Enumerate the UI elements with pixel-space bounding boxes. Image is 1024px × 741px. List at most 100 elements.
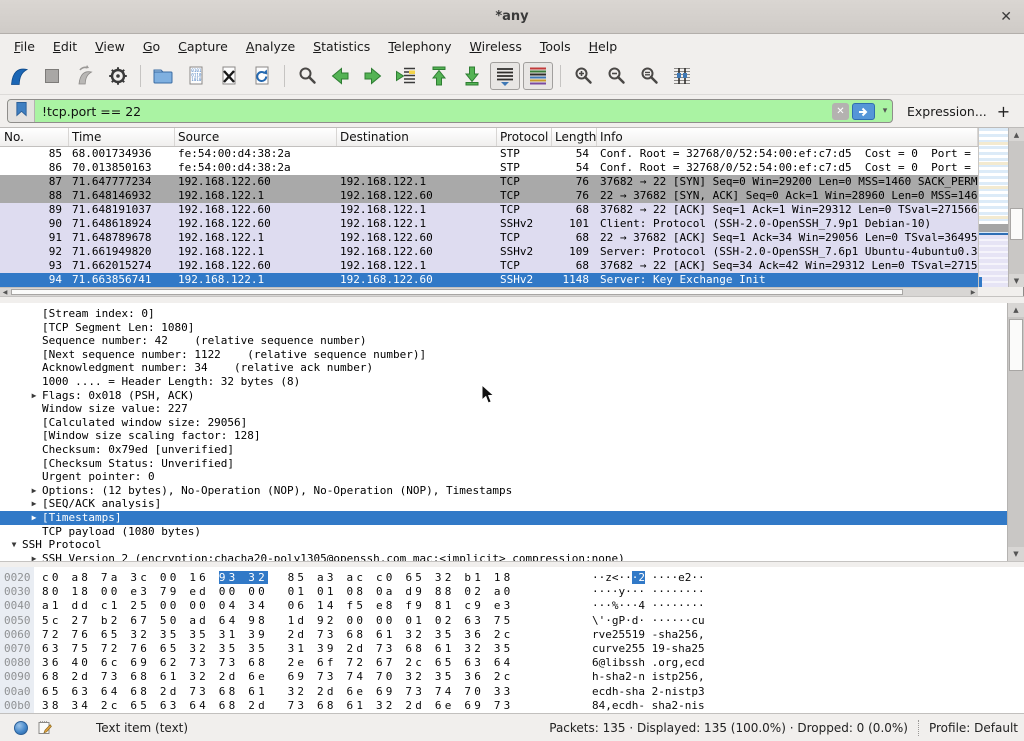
details-vscrollbar[interactable]: ▲ ▼ [1007,303,1024,561]
hex-row[interactable]: 003080 18 00 e3 79 ed 00 00 01 01 08 0a … [0,585,1024,599]
detail-line[interactable]: Urgent pointer: 0 [0,470,1007,484]
detail-line[interactable]: Acknowledgment number: 34 (relative ack … [0,361,1007,375]
scroll-up-icon[interactable]: ▲ [1008,303,1024,317]
packet-row-93[interactable]: 9371.662015274192.168.122.60192.168.122.… [0,259,978,273]
vscroll-thumb[interactable] [1010,208,1023,240]
hex-bytes[interactable]: 65 63 64 68 2d 73 68 61 32 2d 6e 69 73 7… [42,685,513,699]
expert-info-icon[interactable] [14,721,28,735]
hex-row[interactable]: 00b038 34 2c 65 63 64 68 2d 73 68 61 32 … [0,699,1024,713]
detail-line[interactable]: [Calculated window size: 29056] [0,416,1007,430]
go-to-packet-button[interactable] [391,62,421,90]
packet-row-88[interactable]: 8871.648146932192.168.122.1192.168.122.6… [0,189,978,203]
go-forward-button[interactable] [358,62,388,90]
detail-line[interactable]: ▶Options: (12 bytes), No-Operation (NOP)… [0,484,1007,498]
hex-bytes[interactable]: c0 a8 7a 3c 00 16 93 32 85 a3 ac c0 65 3… [42,571,514,585]
hex-row[interactable]: 009068 2d 73 68 61 32 2d 6e 69 73 74 70 … [0,670,1024,684]
packet-row-86[interactable]: 8670.013850163fe:54:00:d4:38:2aSTP54Conf… [0,161,978,175]
expand-icon[interactable]: ▶ [26,552,42,561]
details-scroll-thumb[interactable] [1009,319,1023,371]
expression-button[interactable]: Expression... [907,104,987,119]
expand-icon[interactable]: ▶ [26,484,42,498]
packet-row-91[interactable]: 9171.648789678192.168.122.1192.168.122.6… [0,231,978,245]
column-header-source[interactable]: Source [175,128,337,146]
packet-row-85[interactable]: 8568.001734936fe:54:00:d4:38:2aSTP54Conf… [0,147,978,161]
hex-row[interactable]: 0020c0 a8 7a 3c 00 16 93 32 85 a3 ac c0 … [0,571,1024,585]
filter-bookmark-button[interactable] [8,100,35,122]
detail-line[interactable]: [Checksum Status: Unverified] [0,457,1007,471]
start-capture-button[interactable] [4,62,34,90]
menu-go[interactable]: Go [134,37,169,56]
filter-history-dropdown[interactable]: ▾ [878,106,892,116]
find-packet-button[interactable] [292,62,322,90]
detail-line[interactable]: 1000 .... = Header Length: 32 bytes (8) [0,375,1007,389]
column-header-protocol[interactable]: Protocol [497,128,552,146]
column-header-time[interactable]: Time [69,128,175,146]
detail-line[interactable]: [Stream index: 0] [0,307,1007,321]
go-first-button[interactable] [424,62,454,90]
hex-bytes[interactable]: 36 40 6c 69 62 73 73 68 2e 6f 72 67 2c 6… [42,656,513,670]
stop-capture-button[interactable] [37,62,67,90]
menu-help[interactable]: Help [580,37,627,56]
hex-bytes[interactable]: 63 75 72 76 65 32 35 35 31 39 2d 73 68 6… [42,642,513,656]
capture-comment-icon[interactable] [37,720,52,735]
close-file-button[interactable] [214,62,244,90]
hex-row[interactable]: 007063 75 72 76 65 32 35 35 31 39 2d 73 … [0,642,1024,656]
hex-bytes[interactable]: 72 76 65 32 35 35 31 39 2d 73 68 61 32 3… [42,628,513,642]
display-filter-field[interactable]: !tcp.port == 22 ✕ ▾ [7,99,893,123]
menu-telephony[interactable]: Telephony [379,37,460,56]
hex-row[interactable]: 008036 40 6c 69 62 73 73 68 2e 6f 72 67 … [0,656,1024,670]
menu-statistics[interactable]: Statistics [304,37,379,56]
scroll-down-icon[interactable]: ▼ [1008,547,1024,561]
expand-icon[interactable]: ▶ [26,389,42,403]
collapse-icon[interactable]: ▼ [6,538,22,552]
column-header-info[interactable]: Info [597,128,978,146]
packet-list-vscrollbar[interactable]: ▲ ▼ [1008,128,1024,287]
hex-bytes[interactable]: 38 34 2c 65 63 64 68 2d 73 68 61 32 2d 6… [42,699,513,713]
column-header-destination[interactable]: Destination [337,128,497,146]
add-filter-button[interactable]: + [997,102,1010,121]
menu-edit[interactable]: Edit [44,37,86,56]
menu-analyze[interactable]: Analyze [237,37,304,56]
scroll-down-icon[interactable]: ▼ [1009,274,1024,287]
detail-line[interactable]: ▶SSH Version 2 (encryption:chacha20-poly… [0,552,1007,561]
detail-line[interactable]: [Next sequence number: 1122 (relative se… [0,348,1007,362]
scroll-left-icon[interactable]: ◀ [0,288,10,296]
packet-row-94[interactable]: 9471.663856741192.168.122.1192.168.122.6… [0,273,978,287]
detail-line[interactable]: ▶[Timestamps] [0,511,1007,525]
zoom-out-button[interactable] [601,62,631,90]
hex-ascii[interactable]: ···%···4 ········ [592,599,705,613]
column-header-length[interactable]: Length [552,128,597,146]
hex-ascii[interactable]: ··z<···2 ····e2·· [592,571,705,585]
hex-ascii[interactable]: h-sha2-n istp256, [592,670,705,684]
detail-line[interactable]: ▶[SEQ/ACK analysis] [0,497,1007,511]
detail-line[interactable]: ▶Flags: 0x018 (PSH, ACK) [0,389,1007,403]
zoom-reset-button[interactable] [634,62,664,90]
hex-bytes[interactable]: 5c 27 b2 67 50 ad 64 98 1d 92 00 00 01 0… [42,614,513,628]
menu-wireless[interactable]: Wireless [461,37,531,56]
open-file-button[interactable] [148,62,178,90]
hex-ascii[interactable]: ecdh-sha 2-nistp3 [592,685,705,699]
scroll-right-icon[interactable]: ▶ [968,288,978,296]
column-header-no[interactable]: No. [0,128,69,146]
hex-ascii[interactable]: curve255 19-sha25 [592,642,705,656]
hex-bytes[interactable]: 68 2d 73 68 61 32 2d 6e 69 73 74 70 32 3… [42,670,513,684]
hex-row[interactable]: 006072 76 65 32 35 35 31 39 2d 73 68 61 … [0,628,1024,642]
packet-row-87[interactable]: 8771.647777234192.168.122.60192.168.122.… [0,175,978,189]
restart-capture-button[interactable] [70,62,100,90]
packet-row-89[interactable]: 8971.648191037192.168.122.60192.168.122.… [0,203,978,217]
resize-columns-button[interactable] [667,62,697,90]
hex-ascii[interactable]: ····y··· ········ [592,585,705,599]
hex-row[interactable]: 0040a1 dd c1 25 00 00 04 34 06 14 f5 e8 … [0,599,1024,613]
hex-ascii[interactable]: rve25519 -sha256, [592,628,705,642]
detail-line[interactable]: TCP payload (1080 bytes) [0,525,1007,539]
hex-ascii[interactable]: 84,ecdh- sha2-nis [592,699,705,713]
colorize-button[interactable] [523,62,553,90]
go-back-button[interactable] [325,62,355,90]
display-filter-input[interactable]: !tcp.port == 22 [35,104,832,119]
scroll-up-icon[interactable]: ▲ [1009,128,1024,141]
packet-row-90[interactable]: 9071.648618924192.168.122.60192.168.122.… [0,217,978,231]
apply-filter-button[interactable] [852,103,875,120]
expand-icon[interactable]: ▶ [26,497,42,511]
hex-ascii[interactable]: \'·gP·d· ······cu [592,614,705,628]
hex-row[interactable]: 00a065 63 64 68 2d 73 68 61 32 2d 6e 69 … [0,685,1024,699]
